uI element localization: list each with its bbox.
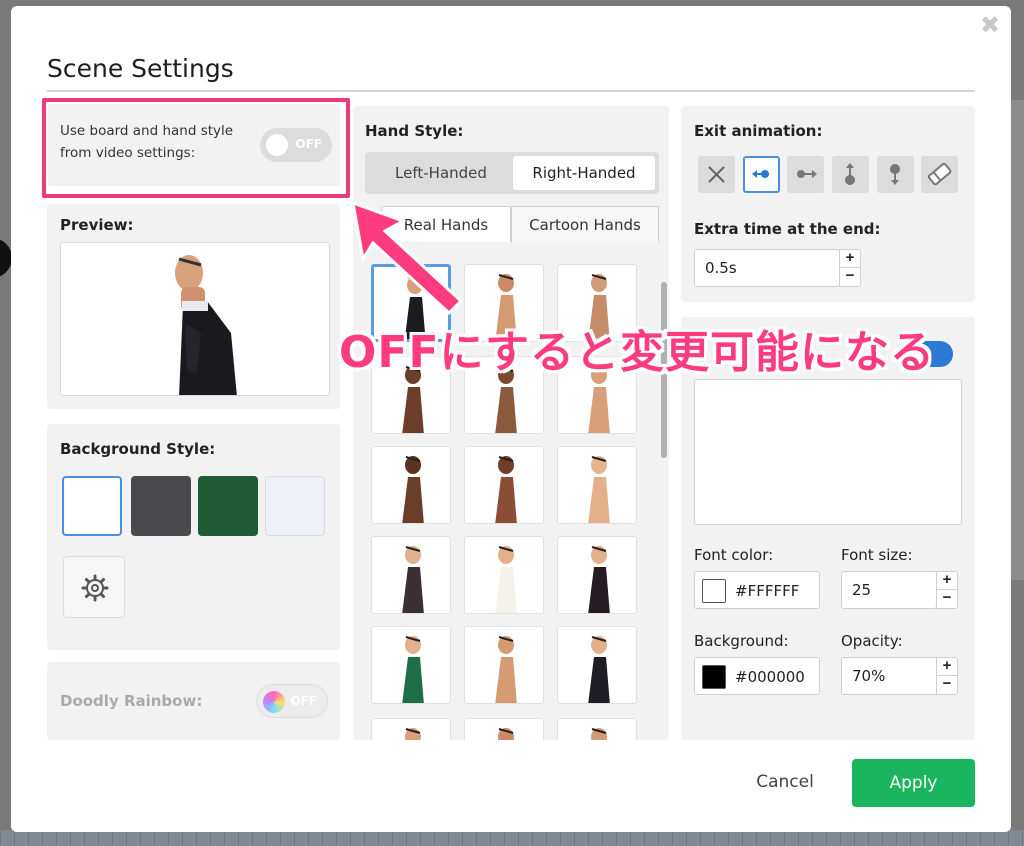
- hand-thumbnail: [495, 456, 517, 523]
- hand-option[interactable]: [464, 446, 544, 524]
- doodly-rainbow-label: Doodly Rainbow:: [60, 692, 203, 710]
- hand-option[interactable]: [557, 446, 637, 524]
- background-color-input[interactable]: #000000: [694, 657, 820, 695]
- cancel-button[interactable]: Cancel: [741, 764, 829, 800]
- hand-thumbnail: [402, 546, 424, 613]
- background-color-value: #000000: [735, 668, 805, 686]
- hand-thumbnail: [402, 456, 424, 523]
- font-color-value: #FFFFFF: [735, 582, 800, 600]
- background-color-swatch: [702, 665, 726, 689]
- swatch-green[interactable]: [198, 476, 258, 536]
- tab-cartoon-hands[interactable]: Cartoon Hands: [511, 206, 659, 242]
- close-icon[interactable]: ✖: [979, 13, 1001, 37]
- dialog-title: Scene Settings: [47, 54, 234, 83]
- hand-option[interactable]: [557, 718, 637, 740]
- eraser-icon: [927, 162, 952, 186]
- exit-none-button[interactable]: [698, 156, 735, 193]
- left-handed-button[interactable]: Left-Handed: [369, 156, 513, 190]
- swatch-glass[interactable]: [265, 476, 325, 536]
- hand-thumbnail: [405, 728, 421, 740]
- background-style-label: Background Style:: [60, 440, 216, 458]
- slide-right-icon: [797, 170, 817, 178]
- increment-button[interactable]: +: [840, 250, 860, 268]
- preview-label: Preview:: [60, 216, 134, 234]
- background-timeline: [0, 830, 1024, 846]
- increment-button[interactable]: +: [937, 658, 957, 676]
- hand-thumbnail: [402, 636, 424, 703]
- scene-settings-dialog: ✖ Scene Settings Use board and hand styl…: [11, 6, 1011, 832]
- extra-time-stepper: + −: [839, 249, 861, 287]
- pin-down-icon: [890, 164, 900, 185]
- exit-pin-down-button[interactable]: [877, 156, 914, 193]
- annotation-text: OFFにすると変更可能になる: [339, 327, 935, 378]
- background-style-panel: Background Style:: [47, 424, 340, 650]
- hand-thumbnail: [498, 728, 514, 740]
- font-size-stepper: + −: [936, 571, 958, 609]
- slide-left-icon: [752, 170, 769, 178]
- font-color-input[interactable]: #FFFFFF: [694, 571, 820, 609]
- gear-icon: [81, 574, 109, 602]
- preview-image: [60, 242, 330, 396]
- swatch-slate[interactable]: [131, 476, 191, 536]
- swatch-white[interactable]: [62, 476, 122, 536]
- decrement-button[interactable]: −: [840, 268, 860, 286]
- font-size-label: Font size:: [841, 546, 913, 564]
- exit-animation-panel: Exit animation: Extra time at the end: 0…: [681, 106, 975, 302]
- decrement-button[interactable]: −: [937, 676, 957, 694]
- pin-up-icon: [845, 163, 855, 185]
- hand-option[interactable]: [371, 446, 451, 524]
- hand-thumbnail: [591, 728, 607, 740]
- hand-option[interactable]: [464, 718, 544, 740]
- text-input-area[interactable]: [694, 379, 962, 525]
- background-settings-button[interactable]: [63, 556, 125, 618]
- right-handed-button[interactable]: Right-Handed: [513, 156, 655, 190]
- exit-slide-right-button[interactable]: [787, 156, 824, 193]
- text-settings-panel: Font color: #FFFFFF Font size: 25 + − Ba…: [681, 317, 975, 740]
- hand-option[interactable]: [464, 626, 544, 704]
- hand-option[interactable]: [371, 536, 451, 614]
- hand-style-label: Hand Style:: [365, 122, 464, 140]
- font-size-input[interactable]: 25: [841, 571, 937, 609]
- hand-thumbnail: [588, 636, 610, 703]
- annotation-arrow: [351, 201, 464, 316]
- increment-button[interactable]: +: [937, 572, 957, 590]
- exit-eraser-button[interactable]: [921, 156, 958, 193]
- hand-option[interactable]: [557, 536, 637, 614]
- decrement-button[interactable]: −: [937, 590, 957, 608]
- font-color-swatch: [702, 579, 726, 603]
- hand-option[interactable]: [371, 626, 451, 704]
- hand-thumbnail: [588, 546, 610, 613]
- opacity-stepper: + −: [936, 657, 958, 695]
- extra-time-label: Extra time at the end:: [694, 220, 881, 238]
- annotation-highlight-box: [42, 98, 350, 198]
- none-icon: [708, 166, 725, 183]
- hand-thumbnail: [588, 456, 610, 523]
- title-divider: [47, 90, 975, 92]
- exit-slide-left-button[interactable]: [743, 156, 780, 193]
- font-color-label: Font color:: [694, 546, 774, 564]
- doodly-rainbow-panel: Doodly Rainbow: OFF: [47, 662, 340, 740]
- exit-pin-up-button[interactable]: [832, 156, 869, 193]
- hand-thumbnail: [495, 636, 517, 703]
- hand-option[interactable]: [371, 718, 451, 740]
- hand-option[interactable]: [464, 536, 544, 614]
- handedness-segmented: Left-Handed Right-Handed: [365, 152, 659, 194]
- exit-animation-label: Exit animation:: [694, 122, 823, 140]
- hand-thumbnail: [495, 546, 517, 613]
- toggle-state: OFF: [290, 694, 317, 708]
- extra-time-input[interactable]: 0.5s: [694, 249, 840, 287]
- opacity-input[interactable]: 70%: [841, 657, 937, 695]
- hand-option[interactable]: [557, 626, 637, 704]
- preview-panel: Preview:: [47, 204, 340, 409]
- opacity-label: Opacity:: [841, 632, 903, 650]
- background-color-label: Background:: [694, 632, 789, 650]
- rainbow-knob: [263, 691, 285, 713]
- doodly-rainbow-toggle[interactable]: OFF: [256, 684, 328, 718]
- apply-button[interactable]: Apply: [852, 759, 975, 807]
